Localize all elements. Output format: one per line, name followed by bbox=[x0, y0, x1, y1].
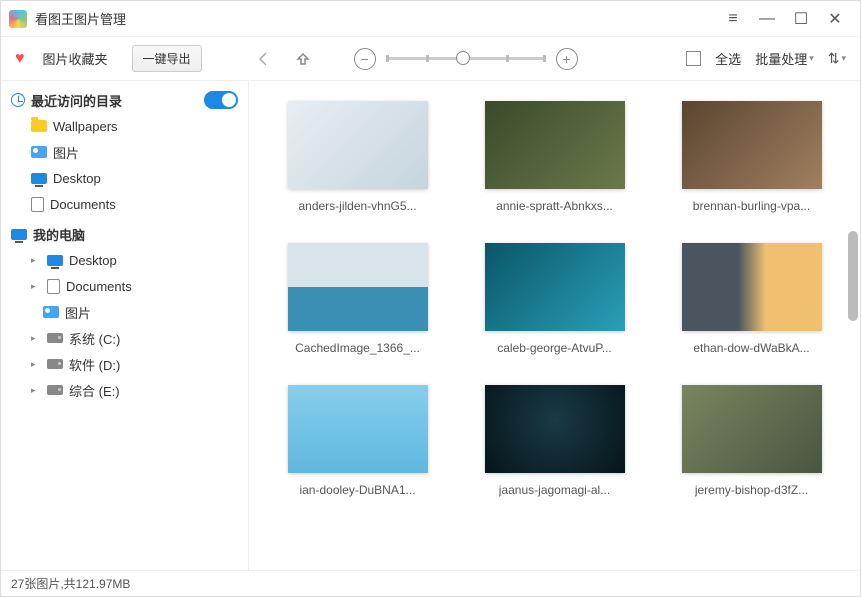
back-button[interactable] bbox=[250, 46, 276, 72]
thumbnail-image[interactable] bbox=[682, 385, 822, 473]
zoom-out-button[interactable]: − bbox=[354, 48, 376, 70]
desktop-icon bbox=[31, 173, 47, 184]
thumbnail-image[interactable] bbox=[485, 385, 625, 473]
thumbnail-label: ian-dooley-DuBNA1... bbox=[299, 483, 415, 497]
zoom-controls: − + bbox=[354, 48, 578, 70]
up-button[interactable] bbox=[290, 46, 316, 72]
thumbnail-image[interactable] bbox=[485, 101, 625, 189]
thumbnail-item[interactable]: ethan-dow-dWaBkA... bbox=[673, 243, 830, 355]
drive-icon bbox=[47, 333, 63, 343]
batch-dropdown[interactable]: 批量处理▾ bbox=[755, 49, 814, 68]
select-all-label[interactable]: 全选 bbox=[715, 49, 741, 68]
picture-icon bbox=[31, 146, 47, 158]
select-all-checkbox[interactable] bbox=[686, 51, 701, 66]
sidebar-item-pictures2[interactable]: 图片 bbox=[1, 299, 248, 325]
thumbnail-label: annie-spratt-Abnkxs... bbox=[496, 199, 613, 213]
minimize-button[interactable]: — bbox=[750, 5, 784, 33]
thumbnail-image[interactable] bbox=[288, 243, 428, 331]
computer-icon bbox=[11, 229, 27, 240]
recent-toggle[interactable] bbox=[204, 91, 238, 109]
sidebar-item-documents[interactable]: Documents bbox=[1, 191, 248, 217]
drive-icon bbox=[47, 359, 63, 369]
folder-icon bbox=[31, 120, 47, 132]
drive-icon bbox=[47, 385, 63, 395]
thumbnail-label: CachedImage_1366_... bbox=[295, 341, 420, 355]
menu-button[interactable]: ≡ bbox=[716, 5, 750, 33]
thumbnail-image[interactable] bbox=[485, 243, 625, 331]
sidebar-recent-label: 最近访问的目录 bbox=[31, 91, 122, 110]
thumbnail-image[interactable] bbox=[682, 243, 822, 331]
window-title: 看图王图片管理 bbox=[35, 9, 716, 28]
thumbnail-image[interactable] bbox=[288, 101, 428, 189]
sidebar-mycomputer-header[interactable]: 我的电脑 bbox=[1, 221, 248, 247]
app-icon bbox=[9, 10, 27, 28]
thumbnail-item[interactable]: jaanus-jagomagi-al... bbox=[476, 385, 633, 497]
sidebar-item-drive-c[interactable]: ▸系统 (C:) bbox=[1, 325, 248, 351]
expander-icon[interactable]: ▸ bbox=[31, 281, 41, 292]
maximize-button[interactable]: ☐ bbox=[784, 5, 818, 33]
thumbnail-label: brennan-burling-vpa... bbox=[693, 199, 810, 213]
sidebar-item-desktop2[interactable]: ▸Desktop bbox=[1, 247, 248, 273]
status-text: 27张图片,共121.97MB bbox=[11, 575, 130, 592]
sidebar-item-pictures[interactable]: 图片 bbox=[1, 139, 248, 165]
chevron-down-icon: ▾ bbox=[809, 53, 814, 64]
close-button[interactable]: ✕ bbox=[818, 5, 852, 33]
sidebar-item-drive-e[interactable]: ▸综合 (E:) bbox=[1, 377, 248, 403]
thumbnail-item[interactable]: jeremy-bishop-d3fZ... bbox=[673, 385, 830, 497]
picture-icon bbox=[43, 306, 59, 318]
thumbnail-image[interactable] bbox=[682, 101, 822, 189]
toolbar: ♥ 图片收藏夹 一键导出 − + 全选 批量处理▾ ⇅▾ bbox=[1, 37, 860, 81]
scrollbar[interactable] bbox=[846, 81, 860, 570]
expander-icon[interactable]: ▸ bbox=[31, 359, 41, 370]
zoom-slider-thumb[interactable] bbox=[456, 51, 470, 65]
expander-icon[interactable]: ▸ bbox=[31, 385, 41, 396]
expander-icon[interactable]: ▸ bbox=[31, 255, 41, 266]
scrollbar-thumb[interactable] bbox=[848, 231, 858, 321]
titlebar: 看图王图片管理 ≡ — ☐ ✕ bbox=[1, 1, 860, 37]
thumbnail-item[interactable]: ian-dooley-DuBNA1... bbox=[279, 385, 436, 497]
thumbnail-item[interactable]: anders-jilden-vhnG5... bbox=[279, 101, 436, 213]
thumbnail-item[interactable]: brennan-burling-vpa... bbox=[673, 101, 830, 213]
sidebar-item-wallpapers[interactable]: Wallpapers bbox=[1, 113, 248, 139]
sort-icon: ⇅ bbox=[828, 50, 840, 67]
sort-dropdown[interactable]: ⇅▾ bbox=[828, 50, 846, 67]
zoom-in-button[interactable]: + bbox=[556, 48, 578, 70]
sidebar: 最近访问的目录 Wallpapers 图片 Desktop Documents … bbox=[1, 81, 249, 570]
thumbnail-grid: anders-jilden-vhnG5... annie-spratt-Abnkx… bbox=[249, 81, 860, 517]
thumbnail-item[interactable]: CachedImage_1366_... bbox=[279, 243, 436, 355]
favorites-label[interactable]: 图片收藏夹 bbox=[43, 49, 108, 68]
heart-icon: ♥ bbox=[15, 50, 25, 68]
thumbnail-label: caleb-george-AtvuP... bbox=[497, 341, 612, 355]
thumbnail-image[interactable] bbox=[288, 385, 428, 473]
thumbnail-item[interactable]: caleb-george-AtvuP... bbox=[476, 243, 633, 355]
sidebar-item-desktop[interactable]: Desktop bbox=[1, 165, 248, 191]
document-icon bbox=[31, 197, 44, 212]
thumbnail-label: jaanus-jagomagi-al... bbox=[499, 483, 610, 497]
sidebar-recent-header[interactable]: 最近访问的目录 bbox=[1, 87, 248, 113]
document-icon bbox=[47, 279, 60, 294]
thumbnail-label: jeremy-bishop-d3fZ... bbox=[695, 483, 808, 497]
zoom-slider[interactable] bbox=[386, 57, 546, 60]
status-bar: 27张图片,共121.97MB bbox=[1, 570, 860, 596]
sidebar-item-documents2[interactable]: ▸Documents bbox=[1, 273, 248, 299]
thumbnail-label: anders-jilden-vhnG5... bbox=[298, 199, 416, 213]
clock-icon bbox=[11, 93, 25, 107]
desktop-icon bbox=[47, 255, 63, 266]
sidebar-item-drive-d[interactable]: ▸软件 (D:) bbox=[1, 351, 248, 377]
chevron-down-icon: ▾ bbox=[841, 53, 846, 64]
export-button[interactable]: 一键导出 bbox=[132, 45, 202, 72]
thumbnail-item[interactable]: annie-spratt-Abnkxs... bbox=[476, 101, 633, 213]
content-area: anders-jilden-vhnG5... annie-spratt-Abnkx… bbox=[249, 81, 860, 570]
expander-icon[interactable]: ▸ bbox=[31, 333, 41, 344]
thumbnail-label: ethan-dow-dWaBkA... bbox=[693, 341, 809, 355]
